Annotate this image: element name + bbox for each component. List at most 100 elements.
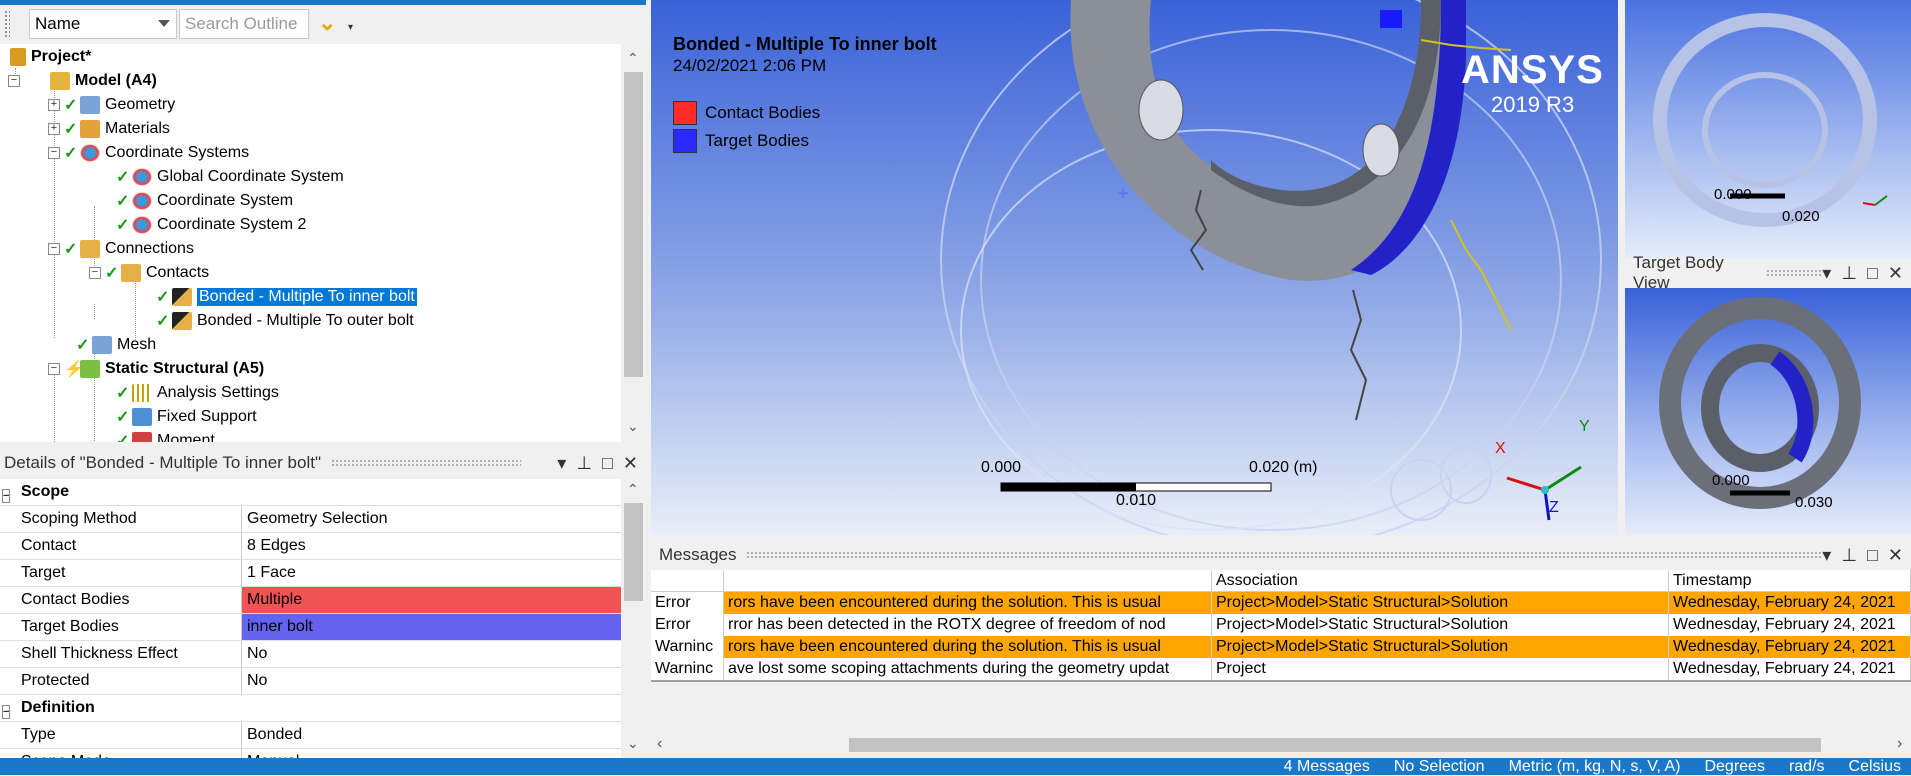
tree-item-coordinate-system-2[interactable]: ✓ Coordinate System 2 — [116, 213, 306, 237]
pin-icon[interactable]: ⊥ — [1841, 545, 1857, 566]
scroll-thumb[interactable] — [624, 72, 643, 377]
target-bodies-value[interactable]: inner bolt — [242, 614, 621, 640]
message-row[interactable]: Warninc ave lost some scoping attachment… — [651, 658, 1911, 680]
scroll-up-icon[interactable]: ⌃ — [627, 481, 639, 498]
section-scope[interactable]: − Scope — [0, 479, 621, 506]
collapse-icon[interactable]: − — [2, 705, 11, 719]
pin-icon[interactable]: ⊥ — [576, 453, 592, 474]
details-row[interactable]: Contact 8 Edges — [0, 533, 621, 560]
message-row[interactable]: Error rors have been encountered during … — [651, 592, 1911, 614]
status-messages[interactable]: 4 Messages — [1284, 758, 1370, 776]
tree-item-global-coordinate-system[interactable]: ✓ Global Coordinate System — [116, 165, 344, 189]
name-filter-select[interactable]: Name — [29, 9, 177, 39]
status-temperature[interactable]: Celsius — [1849, 758, 1901, 776]
scroll-down-icon[interactable]: ⌄ — [627, 735, 639, 752]
details-row[interactable]: Protected No — [0, 668, 621, 695]
status-angular-velocity[interactable]: rad/s — [1789, 758, 1825, 776]
legend-swatch — [673, 101, 697, 125]
check-icon: ✓ — [116, 409, 130, 426]
column-header[interactable]: Timestamp — [1669, 570, 1911, 591]
details-scrollbar[interactable]: ⌃ ⌄ — [621, 479, 646, 758]
details-row[interactable]: Target Bodies inner bolt — [0, 614, 621, 641]
tree-item-geometry[interactable]: + ✓ Geometry — [48, 93, 175, 117]
row-value[interactable]: 1 Face — [242, 560, 621, 586]
expand-icon[interactable]: + — [48, 99, 60, 111]
expand-icon[interactable]: + — [48, 123, 60, 135]
message-row[interactable]: Warninc rors have been encountered durin… — [651, 636, 1911, 658]
details-row[interactable]: Contact Bodies Multiple — [0, 587, 621, 614]
legend-swatch — [673, 129, 697, 153]
row-value[interactable]: 8 Edges — [242, 533, 621, 559]
tree-item-bonded-inner[interactable]: ✓ Bonded - Multiple To inner bolt — [156, 285, 418, 309]
tree-item-coordinate-systems[interactable]: − ✓ Coordinate Systems — [48, 141, 249, 165]
tree-item-contacts[interactable]: − ✓ Contacts — [89, 261, 209, 285]
scroll-thumb[interactable] — [624, 503, 643, 601]
message-row[interactable]: Error rror has been detected in the ROTX… — [651, 614, 1911, 636]
tree-item-moment[interactable]: ✓ Moment — [116, 429, 215, 442]
scroll-thumb[interactable] — [849, 738, 1821, 752]
scroll-down-icon[interactable]: ⌄ — [627, 418, 639, 435]
filter-options-dropdown-icon[interactable]: ▾ — [348, 22, 353, 33]
tree-item-fixed-support[interactable]: ✓ Fixed Support — [116, 405, 257, 429]
maximize-icon[interactable]: □ — [602, 453, 613, 474]
details-row[interactable]: Type Bonded — [0, 722, 621, 749]
graphics-viewport[interactable]: + Bonded - Multiple To inner bolt 24/02/… — [651, 0, 1618, 535]
tree-item-mesh[interactable]: ✓ Mesh — [76, 333, 156, 357]
search-outline-input[interactable] — [179, 9, 309, 39]
row-value[interactable]: No — [242, 641, 621, 667]
collapse-icon[interactable]: − — [48, 363, 60, 375]
row-value[interactable]: Geometry Selection — [242, 506, 621, 532]
tree-item-materials[interactable]: + ✓ Materials — [48, 117, 170, 141]
tree-item-connections[interactable]: − ✓ Connections — [48, 237, 194, 261]
details-row[interactable]: Scoping Method Geometry Selection — [0, 506, 621, 533]
dropdown-icon[interactable]: ▾ — [1822, 263, 1831, 284]
target-body-view[interactable]: 0.000 0.030 — [1625, 288, 1911, 535]
outline-title-bar — [0, 0, 646, 5]
maximize-icon[interactable]: □ — [1867, 263, 1878, 284]
column-header[interactable]: Association — [1212, 570, 1669, 591]
close-icon[interactable]: ✕ — [623, 453, 638, 474]
close-icon[interactable]: ✕ — [1888, 545, 1903, 566]
column-header[interactable] — [724, 570, 1212, 591]
maximize-icon[interactable]: □ — [1867, 545, 1878, 566]
column-header[interactable] — [651, 570, 724, 591]
tree-item-bonded-outer[interactable]: ✓ Bonded - Multiple To outer bolt — [156, 309, 414, 333]
status-angle[interactable]: Degrees — [1704, 758, 1764, 776]
contact-bodies-value[interactable]: Multiple — [242, 587, 621, 613]
expand-filter-icon[interactable]: ⌄ — [318, 12, 336, 34]
check-icon: ✓ — [64, 241, 78, 258]
message-type: Error — [651, 614, 724, 636]
tree-item-analysis-settings[interactable]: ✓ Analysis Settings — [116, 381, 279, 405]
status-bar: 4 Messages No Selection Metric (m, kg, N… — [0, 758, 1911, 775]
scroll-up-icon[interactable]: ⌃ — [627, 50, 639, 67]
scroll-left-icon[interactable]: ‹ — [657, 735, 662, 753]
row-value[interactable]: No — [242, 668, 621, 694]
dropdown-icon[interactable]: ▾ — [1822, 545, 1831, 566]
details-row[interactable]: Shell Thickness Effect No — [0, 641, 621, 668]
tree-scrollbar[interactable]: ⌃ ⌄ — [621, 44, 646, 442]
tree-item-project[interactable]: Project* — [10, 45, 91, 69]
pin-icon[interactable]: ⊥ — [1841, 263, 1857, 284]
toolbar-grip-icon[interactable] — [4, 10, 10, 38]
contact-body-view[interactable]: 0.000 0.020 — [1625, 0, 1911, 258]
row-value[interactable]: Bonded — [242, 722, 621, 748]
collapse-icon[interactable]: − — [48, 147, 60, 159]
tree-item-label: Bonded - Multiple To outer bolt — [197, 312, 414, 329]
close-icon[interactable]: ✕ — [1888, 263, 1903, 284]
tree-item-static-structural[interactable]: − ⚡ Static Structural (A5) — [48, 357, 264, 381]
contact-scale-left: 0.000 — [1714, 186, 1752, 203]
dropdown-icon[interactable]: ▾ — [557, 453, 566, 474]
collapse-icon[interactable]: − — [8, 75, 20, 87]
scroll-right-icon[interactable]: › — [1897, 735, 1902, 753]
tree-item-coordinate-system[interactable]: ✓ Coordinate System — [116, 189, 293, 213]
tree-item-label: Contacts — [146, 264, 210, 281]
details-row[interactable]: Target 1 Face — [0, 560, 621, 587]
section-definition[interactable]: − Definition — [0, 695, 621, 722]
collapse-icon[interactable]: − — [89, 267, 101, 279]
messages-hscrollbar[interactable]: ‹ › — [651, 732, 1911, 758]
status-units[interactable]: Metric (m, kg, N, s, V, A) — [1509, 758, 1681, 776]
tree-item-label: Static Structural (A5) — [105, 360, 265, 377]
collapse-icon[interactable]: − — [48, 243, 60, 255]
tree-item-model[interactable]: − Model (A4) — [8, 69, 157, 93]
collapse-icon[interactable]: − — [2, 489, 11, 503]
